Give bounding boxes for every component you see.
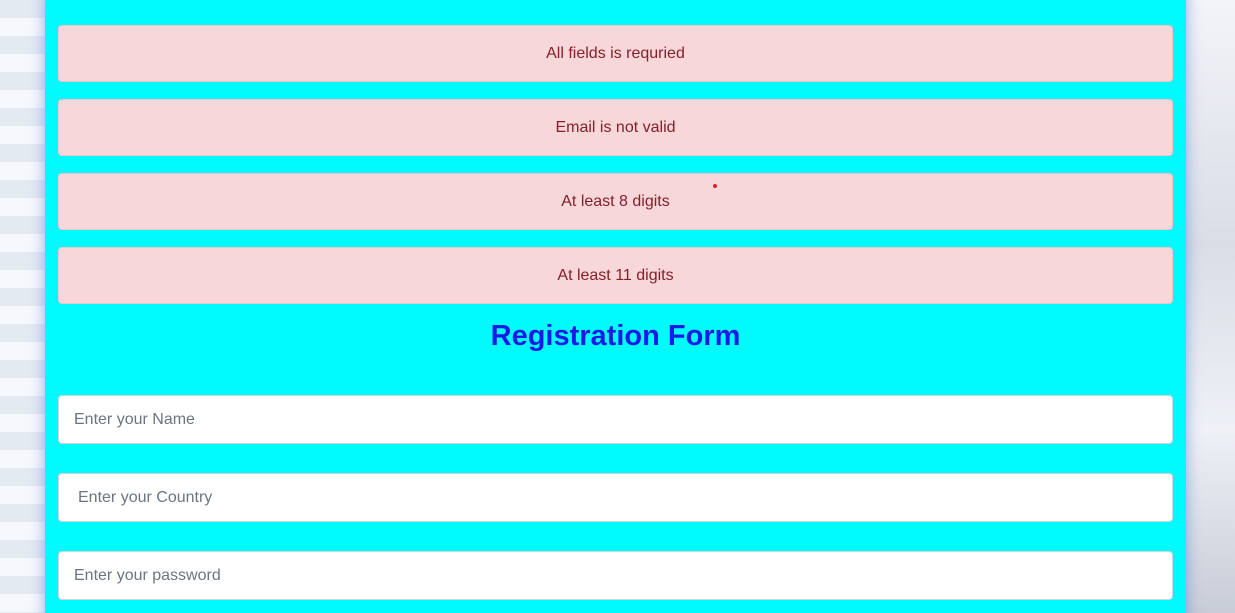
background-right xyxy=(1180,0,1235,613)
cursor-dot xyxy=(713,184,717,188)
registration-card: All fields is requried Email is not vali… xyxy=(45,0,1186,613)
password-input[interactable] xyxy=(58,551,1173,600)
alert-password-length: At least 8 digits xyxy=(58,173,1173,230)
alert-required-fields: All fields is requried xyxy=(58,25,1173,82)
alert-text: All fields is requried xyxy=(546,44,685,62)
alert-email-invalid: Email is not valid xyxy=(58,99,1173,156)
country-input[interactable] xyxy=(58,473,1173,522)
name-input[interactable] xyxy=(58,395,1173,444)
alert-phone-length: At least 11 digits xyxy=(58,247,1173,304)
alert-text: At least 11 digits xyxy=(557,266,674,284)
alert-text: Email is not valid xyxy=(555,118,676,136)
page-title: Registration Form xyxy=(490,320,741,352)
alert-text: At least 8 digits xyxy=(561,192,670,210)
